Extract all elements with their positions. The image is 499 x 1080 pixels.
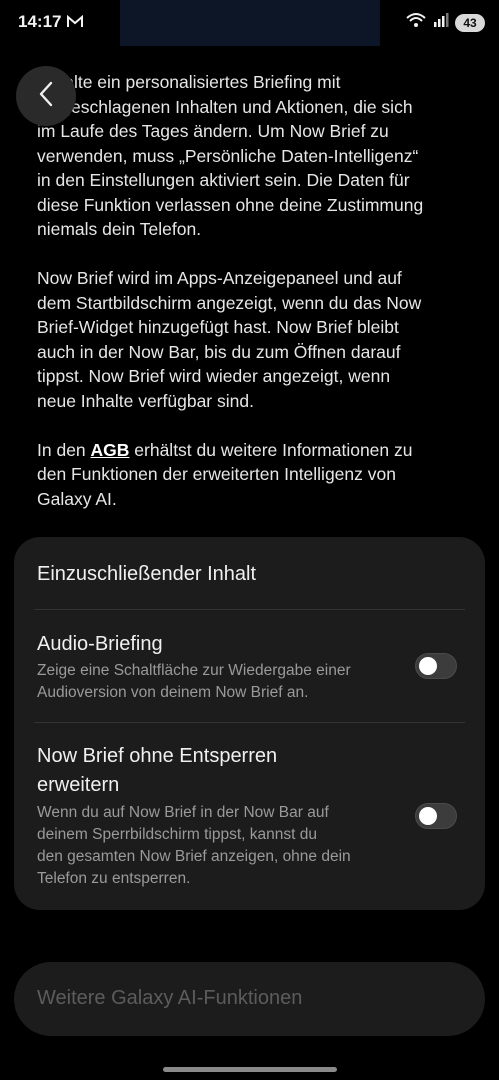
agb-link[interactable]: AGB <box>91 440 130 460</box>
signal-icon <box>433 12 449 33</box>
setting-desc-line: Telefon zu entsperren. <box>37 870 191 887</box>
card-title: Einzuschließender Inhalt <box>37 563 257 585</box>
more-galaxy-ai-button[interactable]: Weitere Galaxy AI-Funktionen <box>14 962 485 1036</box>
audio-briefing-toggle[interactable] <box>415 653 457 679</box>
intro-p2-line: Brief-Widget hinzugefügt hast. Now Brief… <box>37 317 399 337</box>
setting-title-line: Audio-Briefing <box>37 633 163 655</box>
intro-p1-line: in den Einstellungen aktiviert sein. Die… <box>37 170 410 190</box>
included-content-card: Einzuschließender Inhalt Audio-Briefing … <box>14 537 485 910</box>
setting-title-line: Now Brief ohne Entsperren <box>37 745 278 767</box>
gmail-icon <box>67 14 83 33</box>
setting-description: Wenn du auf Now Brief in der Now Bar auf… <box>37 802 382 890</box>
status-bar: 14:17 43 <box>0 0 499 46</box>
intro-p3-line: erhältst du weitere Informationen zu <box>129 439 413 460</box>
top-glow <box>120 0 380 46</box>
back-button[interactable] <box>16 66 76 126</box>
intro-p3-line: Galaxy AI. <box>37 488 117 509</box>
battery-icon: 43 <box>455 13 485 32</box>
intro-p1-line: diese Funktion verlassen ohne deine Zust… <box>37 194 424 215</box>
intro-p3-line: den Funktionen der erweiterten Intellige… <box>37 464 396 484</box>
intro-paragraph-1: Erhalte ein personalisiertes Briefing mi… <box>37 70 467 242</box>
setting-desc-line: Wenn du auf Now Brief in der Now Bar auf <box>37 804 329 821</box>
setting-title-line: erweitern <box>37 774 120 796</box>
setting-title: Now Brief ohne Entsperren erweitern <box>37 742 357 800</box>
setting-description: Zeige eine Schaltfläche zur Wiedergabe e… <box>37 660 382 704</box>
intro-p2-line: tippst. Now Brief wird wieder angezeigt,… <box>37 366 391 386</box>
expand-without-unlock-toggle[interactable] <box>415 803 457 829</box>
setting-desc-line: Zeige eine Schaltfläche zur Wiedergabe e… <box>37 662 351 679</box>
intro-p1-line: vorgeschlagenen Inhalten und Aktionen, d… <box>37 96 413 117</box>
setting-title: Audio-Briefing <box>37 630 357 659</box>
setting-desc-line: deinem Sperrbildschirm tippst, kannst du <box>37 826 317 843</box>
more-galaxy-ai-label: Weitere Galaxy AI-Funktionen <box>37 987 303 1009</box>
setting-desc-line: Audioversion von deinem Now Brief an. <box>37 684 309 701</box>
intro-p1-line: niemals dein Telefon. <box>37 219 202 239</box>
intro-p3-prefix: In den <box>37 439 91 460</box>
navigation-handle[interactable] <box>163 1067 337 1072</box>
intro-paragraph-2: Now Brief wird im Apps-Anzeigepaneel und… <box>37 266 467 413</box>
chevron-left-icon <box>38 81 54 112</box>
intro-p2-line: Now Brief wird im Apps-Anzeigepaneel und… <box>37 268 402 288</box>
divider <box>34 722 465 723</box>
intro-paragraph-3: In den AGB erhältst du weitere Informati… <box>37 438 467 512</box>
status-icons: 43 <box>405 12 485 33</box>
intro-p2-line: auch in der Now Bar, bis du zum Öffnen d… <box>37 341 401 362</box>
status-time: 14:17 <box>18 12 62 31</box>
intro-text: Erhalte ein personalisiertes Briefing mi… <box>37 70 467 536</box>
wifi-icon <box>405 12 427 33</box>
intro-p2-line: neue Inhalte verfügbar sind. <box>37 390 254 411</box>
intro-p1-line: im Laufe des Tages ändern. Um Now Brief … <box>37 121 389 141</box>
intro-p2-line: dem Startbildschirm angezeigt, wenn du d… <box>37 292 422 313</box>
intro-p1-line: verwenden, muss „Persönliche Daten-Intel… <box>37 145 419 166</box>
intro-p1-line: Erhalte ein personalisiertes Briefing mi… <box>37 72 341 92</box>
divider <box>34 609 465 610</box>
setting-desc-line: den gesamten Now Brief anzeigen, ohne de… <box>37 848 351 865</box>
